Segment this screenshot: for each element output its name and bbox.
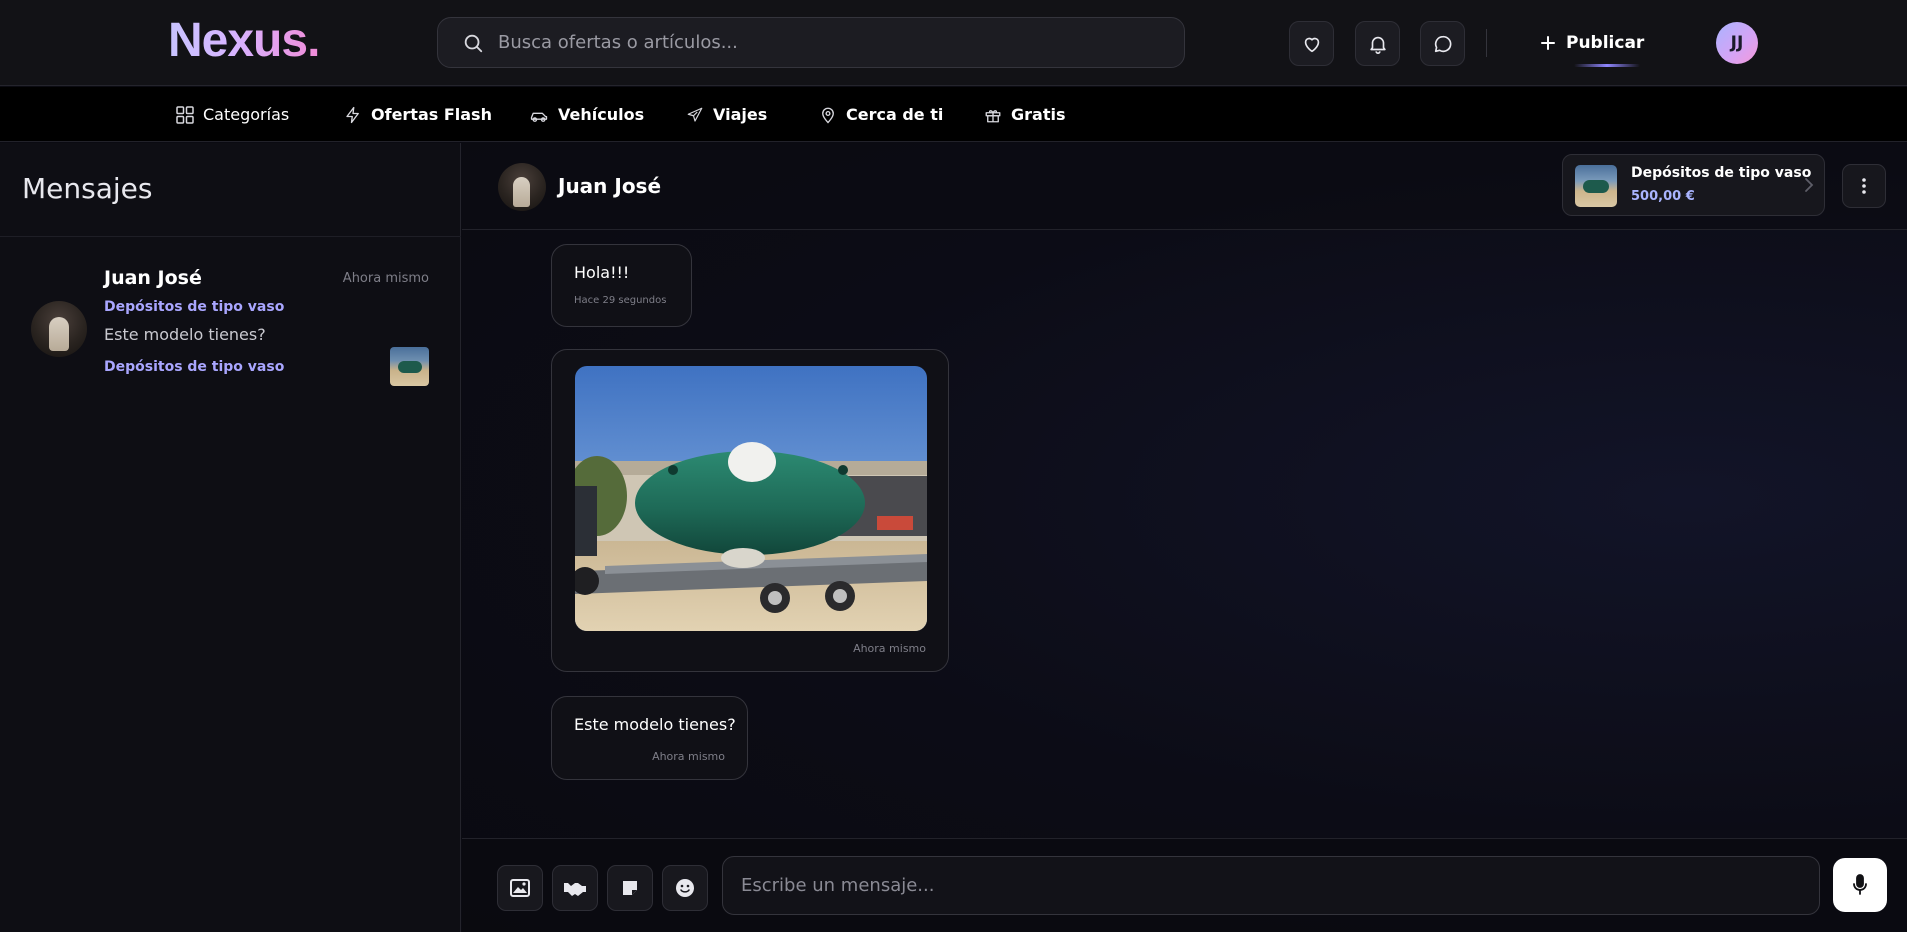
- nav-item-viajes[interactable]: Viajes: [686, 87, 767, 142]
- notifications-button[interactable]: [1355, 21, 1400, 66]
- message-text: Este modelo tienes?: [574, 715, 736, 734]
- tank-on-trailer-photo: [575, 366, 927, 631]
- car-icon: [530, 112, 548, 122]
- nav-label: Cerca de ti: [846, 105, 944, 124]
- sticker-button[interactable]: [607, 865, 653, 911]
- heart-icon: [1304, 37, 1319, 52]
- nav-item-cerca-de-ti[interactable]: Cerca de ti: [819, 87, 943, 142]
- conversation-time: Ahora mismo: [342, 271, 429, 286]
- message-text: Hola!!!: [574, 263, 630, 282]
- nav-label: Categorías: [203, 105, 290, 124]
- nav-label: Vehículos: [558, 105, 645, 124]
- chat-panel: Juan José Depósitos de tipo vaso 500,00 …: [462, 143, 1907, 932]
- conversation-name: Juan José: [104, 267, 202, 289]
- nav-label: Gratis: [1011, 105, 1066, 124]
- message-bubble-image: Ahora mismo: [551, 349, 949, 672]
- conversation-item[interactable]: Juan José Ahora mismo Depósitos de tipo …: [0, 251, 461, 391]
- nav-label: Viajes: [713, 105, 768, 124]
- avatar: [31, 301, 87, 357]
- nav-item-ofertas-flash[interactable]: Ofertas Flash: [344, 87, 492, 142]
- sticker-icon: [623, 881, 637, 895]
- message-input[interactable]: [722, 856, 1820, 915]
- conversation-last-message: Este modelo tienes?: [104, 325, 266, 344]
- grid-icon: [176, 105, 194, 124]
- conversations-sidebar: Mensajes Juan José Ahora mismo Depósitos…: [0, 143, 461, 932]
- favorites-button[interactable]: [1289, 21, 1334, 66]
- microphone-icon: [1853, 874, 1867, 895]
- product-price: 500,00 €: [1631, 189, 1695, 204]
- message-composer: [462, 838, 1907, 932]
- messages-button[interactable]: [1420, 21, 1465, 66]
- nav-item-gratis[interactable]: Gratis: [984, 87, 1065, 142]
- category-nav: Categorías Ofertas Flash Vehículos Viaje…: [0, 87, 1907, 142]
- more-options-button[interactable]: [1842, 164, 1886, 208]
- publish-underline: [1574, 64, 1640, 67]
- message-time: Ahora mismo: [652, 750, 725, 763]
- search-bar[interactable]: [437, 17, 1185, 68]
- conversation-product: Depósitos de tipo vaso: [104, 299, 285, 315]
- plane-icon: [687, 107, 703, 122]
- publish-label: Publicar: [1566, 33, 1645, 53]
- search-input[interactable]: [498, 32, 1138, 53]
- product-thumbnail: [1575, 165, 1617, 207]
- message-bubble: Hola!!! Hace 29 segundos: [551, 244, 692, 327]
- message-bubble: Este modelo tienes? Ahora mismo: [551, 696, 748, 780]
- nav-label: Ofertas Flash: [371, 105, 492, 124]
- lightning-icon: [346, 106, 359, 123]
- chat-header: Juan José Depósitos de tipo vaso 500,00 …: [462, 143, 1907, 230]
- handshake-icon: [564, 883, 586, 896]
- bell-icon: [1369, 36, 1386, 54]
- kebab-menu-icon: [1862, 178, 1866, 194]
- header-divider: [1486, 29, 1487, 57]
- message-time: Ahora mismo: [853, 642, 926, 655]
- search-icon: [464, 34, 483, 52]
- top-header: Nexus. Publicar JJ: [0, 0, 1907, 86]
- sidebar-title: Mensajes: [22, 172, 153, 205]
- nexus-logo[interactable]: Nexus.: [168, 16, 320, 66]
- nav-item-categorias[interactable]: Categorías: [176, 87, 289, 142]
- emoji-icon: [676, 879, 694, 897]
- publish-button[interactable]: Publicar: [1540, 22, 1660, 64]
- emoji-button[interactable]: [662, 865, 708, 911]
- make-offer-button[interactable]: [552, 865, 598, 911]
- chevron-right-icon: [1805, 178, 1814, 192]
- conversation-product-repeat: Depósitos de tipo vaso: [104, 359, 285, 375]
- sidebar-divider: [0, 236, 461, 237]
- product-thumbnail: [390, 347, 429, 386]
- nav-item-vehiculos[interactable]: Vehículos: [529, 87, 644, 142]
- chat-bubble-icon: [1434, 35, 1451, 52]
- gift-icon: [985, 109, 1001, 122]
- user-avatar[interactable]: JJ: [1716, 22, 1758, 64]
- voice-message-button[interactable]: [1833, 858, 1887, 912]
- avatar[interactable]: [498, 163, 546, 211]
- plus-icon: [1541, 36, 1555, 50]
- message-time: Hace 29 segundos: [574, 295, 667, 306]
- chat-contact-name[interactable]: Juan José: [558, 174, 661, 198]
- location-pin-icon: [822, 107, 834, 123]
- product-title: Depósitos de tipo vaso: [1631, 165, 1812, 181]
- image-icon: [510, 879, 530, 897]
- message-photo[interactable]: [575, 366, 927, 631]
- product-card[interactable]: Depósitos de tipo vaso 500,00 €: [1562, 154, 1825, 216]
- attach-image-button[interactable]: [497, 865, 543, 911]
